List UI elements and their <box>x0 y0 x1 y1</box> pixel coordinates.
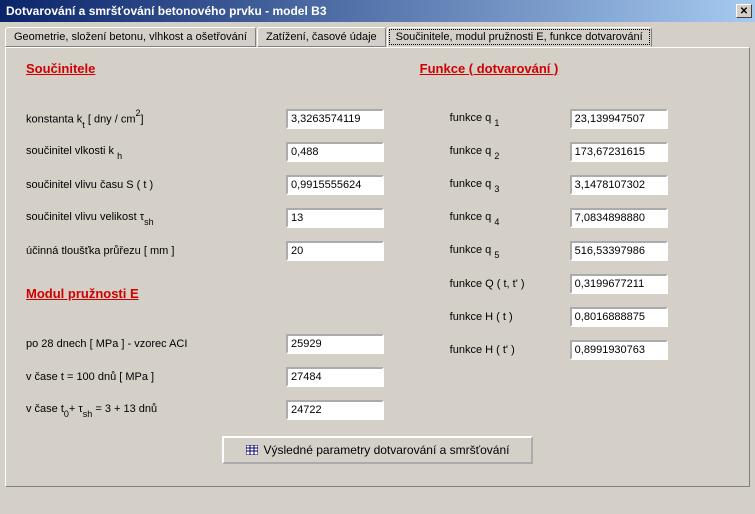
tab-panel: Součinitele konstanta kt [ dny / cm2] so… <box>5 47 750 487</box>
window-title: Dotvarování a smršťování betonového prvk… <box>6 4 327 18</box>
results-button-label: Výsledné parametry dotvarování a smršťov… <box>264 443 510 457</box>
label-e28: po 28 dnech [ MPa ] - vzorec ACI <box>26 338 286 350</box>
tab-geometry[interactable]: Geometrie, složení betonu, vlhkost a oše… <box>5 27 256 47</box>
input-q4[interactable] <box>570 208 668 228</box>
label-kh: součinitel vlkosti k h <box>26 145 286 159</box>
right-column: Funkce ( dotvarování ) funkce q 1 funkce… <box>420 66 729 432</box>
label-e100: v čase t = 100 dnů [ MPa ] <box>26 371 286 383</box>
label-q3: funkce q 3 <box>420 178 570 192</box>
close-icon[interactable]: ✕ <box>736 4 752 18</box>
label-kt: konstanta kt [ dny / cm2] <box>26 110 286 128</box>
label-q1: funkce q 1 <box>420 112 570 126</box>
heading-modul: Modul pružnosti E <box>26 286 139 301</box>
left-column: Součinitele konstanta kt [ dny / cm2] so… <box>26 66 420 432</box>
input-thickness[interactable] <box>286 241 384 261</box>
label-Htp: funkce H ( t' ) <box>420 344 570 356</box>
input-q5[interactable] <box>570 241 668 261</box>
input-et0[interactable] <box>286 400 384 420</box>
input-Q[interactable] <box>570 274 668 294</box>
window-body: Geometrie, složení betonu, vlhkost a oše… <box>0 27 755 514</box>
heading-funkce: Funkce ( dotvarování ) <box>420 61 559 76</box>
input-Htp[interactable] <box>570 340 668 360</box>
label-Ht: funkce H ( t ) <box>420 311 570 323</box>
label-q4: funkce q 4 <box>420 211 570 225</box>
input-tau[interactable] <box>286 208 384 228</box>
table-icon <box>246 445 258 455</box>
input-Ht[interactable] <box>570 307 668 327</box>
label-Q: funkce Q ( t, t' ) <box>420 278 570 290</box>
label-tau: součinitel vlivu velikost τsh <box>26 211 286 225</box>
results-button[interactable]: Výsledné parametry dotvarování a smršťov… <box>222 436 534 464</box>
input-e28[interactable] <box>286 334 384 354</box>
input-kh[interactable] <box>286 142 384 162</box>
input-st[interactable] <box>286 175 384 195</box>
heading-soucinitele: Součinitele <box>26 61 95 76</box>
input-q2[interactable] <box>570 142 668 162</box>
window-titlebar: Dotvarování a smršťování betonového prvk… <box>0 0 755 22</box>
input-q3[interactable] <box>570 175 668 195</box>
label-q5: funkce q 5 <box>420 244 570 258</box>
tab-strip: Geometrie, složení betonu, vlhkost a oše… <box>5 27 750 47</box>
label-q2: funkce q 2 <box>420 145 570 159</box>
label-st: součinitel vlivu času S ( t ) <box>26 179 286 191</box>
label-et0: v čase t0+ τsh = 3 + 13 dnů <box>26 403 286 417</box>
input-kt[interactable] <box>286 109 384 129</box>
label-thickness: účinná tloušťka průřezu [ mm ] <box>26 245 286 257</box>
input-q1[interactable] <box>570 109 668 129</box>
tab-coefficients[interactable]: Součinitele, modul pružnosti E, funkce d… <box>387 27 652 47</box>
tab-load[interactable]: Zatížení, časové údaje <box>257 27 386 47</box>
input-e100[interactable] <box>286 367 384 387</box>
